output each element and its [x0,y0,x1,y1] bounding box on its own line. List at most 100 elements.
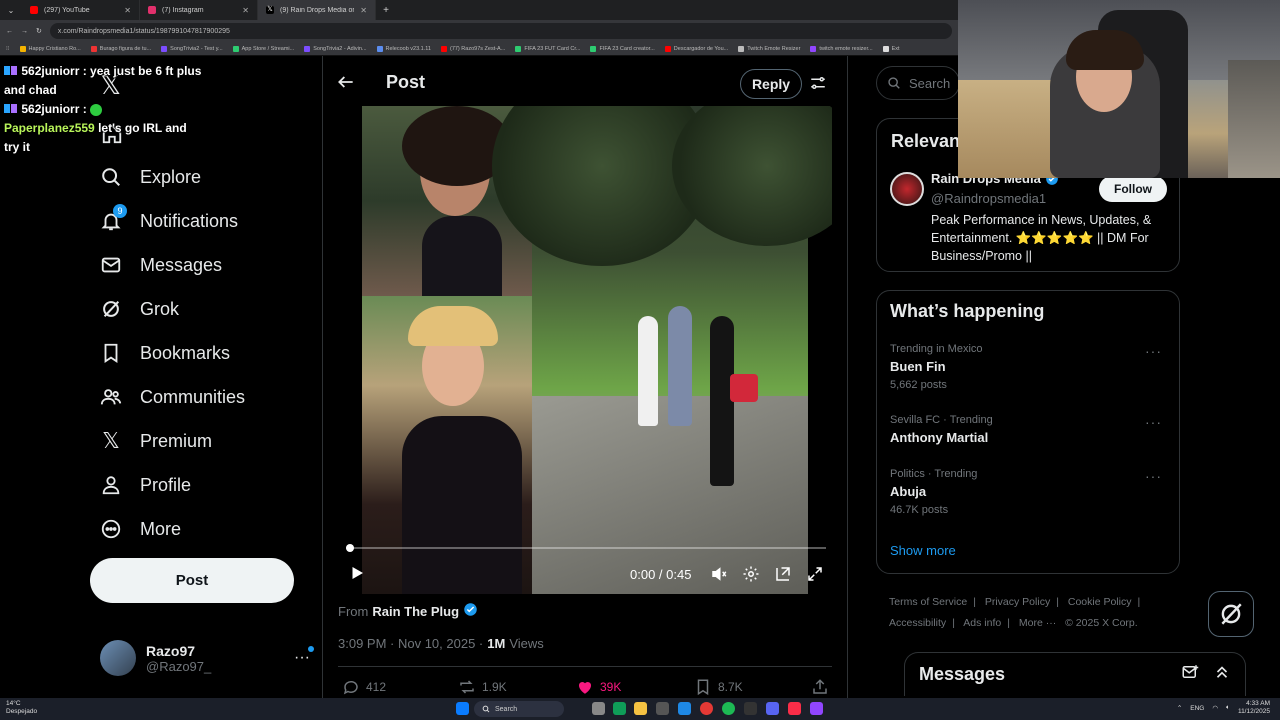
file-explorer-icon[interactable] [634,702,647,715]
video-progress-bar[interactable] [346,544,826,552]
task-view-icon[interactable] [592,702,605,715]
more-dots-icon[interactable]: ··· [1145,414,1162,430]
post-timestamp[interactable]: 3:09 PM · Nov 10, 2025 · [338,636,483,651]
spotify-icon[interactable] [722,702,735,715]
more-dots-icon[interactable]: ··· [294,646,314,667]
more-dots-icon[interactable]: ··· [1145,343,1162,359]
back-arrow-icon[interactable]: ← [6,28,13,35]
settings-gear-icon[interactable] [742,565,760,583]
app-icon[interactable] [744,702,757,715]
filter-icon[interactable] [809,74,827,92]
source-link[interactable]: Rain The Plug [372,604,459,619]
nav-item-explore[interactable]: Explore [100,160,201,194]
bookmark-item[interactable]: SongTrivia2 - Adivin... [304,45,367,52]
bookmark-item[interactable]: Ext [882,45,900,52]
clock[interactable]: 4:33 AM 11/12/2025 [1238,700,1270,716]
bookmark-item[interactable]: Happy Cristiano Ro... [19,45,81,52]
emote-icon [90,103,103,116]
bookmark-item[interactable]: Burago figura de tu... [90,45,151,52]
video-player[interactable]: 0:00 / 0:45 [340,106,832,594]
browser-tab-bar: ⌄ (297) YouTube ✕ (7) Instagram ✕ 𝕏 (9) … [0,0,958,20]
nav-item-premium[interactable]: 𝕏 Premium [100,424,212,458]
follow-button[interactable]: Follow [1099,176,1167,202]
trend-item[interactable]: Sevilla FC · Trending Anthony Martial ··… [890,414,1170,445]
taskbar-search[interactable]: Search [474,701,564,717]
browser-tab-x[interactable]: 𝕏 (9) Rain Drops Media on X: "M... ✕ [258,0,376,20]
nav-item-grok[interactable]: Grok [100,292,179,326]
more-dots-icon[interactable]: ··· [1145,468,1162,484]
forward-arrow-icon[interactable]: → [21,28,28,35]
new-message-icon[interactable] [1181,663,1199,686]
footer-more-link[interactable]: More ··· [1019,617,1056,629]
bookmark-item[interactable]: Twitch Emote Resizer [738,45,800,52]
trend-item[interactable]: Politics · Trending Abuja 46.7K posts ··… [890,468,1170,516]
store-icon[interactable] [656,702,669,715]
volume-icon[interactable] [710,565,728,583]
volume-icon[interactable]: 🔈︎ [1226,704,1230,712]
mail-app-icon[interactable] [678,702,691,715]
bookmark-item[interactable]: SongTrivia2 - Test y... [161,45,223,52]
bookmark-item[interactable]: twitch emote resizer... [810,45,873,52]
play-icon[interactable] [348,564,366,582]
close-tab-icon[interactable]: ✕ [360,6,367,15]
close-tab-icon[interactable]: ✕ [124,6,131,15]
chrome-icon[interactable] [700,702,713,715]
account-handle[interactable]: @Raindropsmedia1 [931,191,1046,206]
bookmark-item[interactable]: FIFA 23 FUT Card Cr... [515,45,580,52]
tab-search-icon[interactable]: ⌄ [0,6,22,15]
twitch-icon[interactable] [810,702,823,715]
weather-widget[interactable]: 14°C Despejado [6,700,37,716]
search-input[interactable]: Search [876,66,960,100]
footer-link[interactable]: Accessibility [889,617,946,629]
nav-item-profile[interactable]: Profile [100,468,191,502]
music-icon[interactable] [788,702,801,715]
show-more-link[interactable]: Show more [890,543,956,558]
expand-chevron-icon[interactable] [1213,663,1231,686]
language-indicator[interactable]: ENG [1190,705,1204,712]
bookmark-stat[interactable]: 8.7K [694,678,743,696]
bookmark-item[interactable]: Relecoob v23.1.11 [376,45,431,52]
repost-stat[interactable]: 1.9K [458,678,507,696]
back-arrow-icon[interactable] [336,72,358,94]
bookmark-item[interactable]: FIFA 23 Card creator... [590,45,655,52]
footer-link[interactable]: Cookie Policy [1068,596,1132,608]
trend-item[interactable]: Trending in Mexico Buen Fin 5,662 posts … [890,343,1170,391]
nav-item-messages[interactable]: Messages [100,248,222,282]
post-button[interactable]: Post [90,558,294,603]
discord-icon[interactable] [766,702,779,715]
apps-icon[interactable]: ⁝⁝ [6,46,10,52]
nav-item-communities[interactable]: Communities [100,380,245,414]
browser-tab-instagram[interactable]: (7) Instagram ✕ [140,0,258,20]
chevron-up-icon[interactable]: ⌃ [1177,704,1182,712]
reply-stat[interactable]: 412 [342,678,386,696]
close-tab-icon[interactable]: ✕ [242,6,249,15]
picture-in-picture-icon[interactable] [774,565,792,583]
bookmark-item[interactable]: App Store / Streami... [232,45,294,52]
nav-item-bookmarks[interactable]: Bookmarks [100,336,230,370]
share-stat[interactable] [811,678,829,696]
footer-link[interactable]: Privacy Policy [985,596,1050,608]
grok-button[interactable] [1208,591,1254,637]
edge-icon[interactable] [613,702,626,715]
new-tab-button[interactable]: + [376,5,396,16]
url-field[interactable]: x.com/Raindropsmedia1/status/19879910478… [49,23,952,39]
footer-link[interactable]: Ads info [963,617,1001,629]
fullscreen-icon[interactable] [806,565,824,583]
reply-button[interactable]: Reply [740,69,802,99]
card-title: What’s happening [890,301,1045,321]
account-switcher[interactable]: Razo97 @Razo97_ ··· [100,638,314,678]
reload-icon[interactable]: ↻ [36,27,42,35]
browser-tab-youtube[interactable]: (297) YouTube ✕ [22,0,140,20]
windows-start-icon[interactable] [456,702,469,715]
chat-message: 562juniorr : [4,100,204,119]
nav-item-more[interactable]: More [100,512,181,546]
footer-link[interactable]: Terms of Service [889,596,967,608]
like-stat[interactable]: 39K [576,678,621,696]
avatar[interactable] [890,172,924,206]
video-progress-knob[interactable] [346,544,354,552]
bookmark-item[interactable]: Descargador de You... [664,45,728,52]
bookmark-item[interactable]: (77) Razo97s Zest-A... [440,45,505,52]
nav-item-notifications[interactable]: 9 Notifications [100,204,238,238]
messages-drawer[interactable]: Messages [904,652,1246,696]
wifi-icon[interactable]: ◠ [1212,704,1218,712]
